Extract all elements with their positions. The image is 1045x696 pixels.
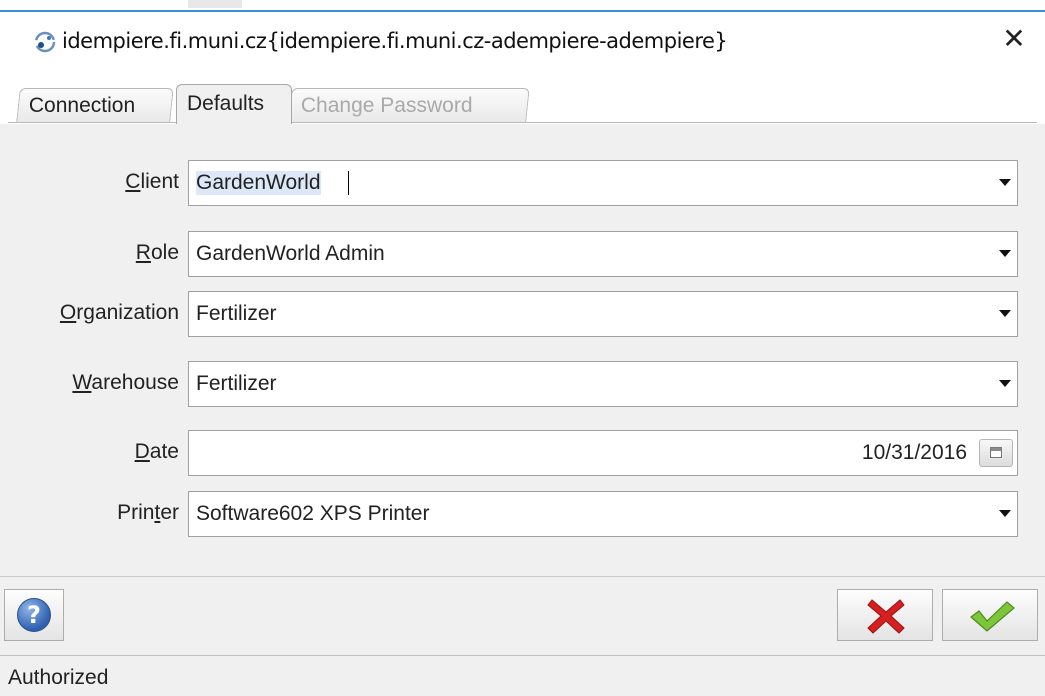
warehouse-label: Warehouse xyxy=(72,371,179,394)
role-label: Role xyxy=(135,241,179,264)
printer-select[interactable]: Software602 XPS Printer xyxy=(188,491,1018,537)
title-bar: idempiere.fi.muni.cz{idempiere.fi.muni.c… xyxy=(0,12,1045,68)
button-bar: ? xyxy=(0,577,1045,655)
help-button[interactable]: ? xyxy=(4,589,64,641)
printer-label: Printer xyxy=(117,501,179,524)
background-window-strip xyxy=(0,0,1045,12)
printer-value: Software602 XPS Printer xyxy=(196,502,430,525)
chevron-down-icon[interactable] xyxy=(991,232,1017,276)
client-row: Client GardenWorld xyxy=(0,160,1045,206)
organization-row: Organization Fertilizer xyxy=(0,291,1045,337)
ok-button[interactable] xyxy=(942,589,1038,641)
status-text: Authorized xyxy=(8,666,109,689)
login-dialog: idempiere.fi.muni.cz{idempiere.fi.muni.c… xyxy=(0,0,1045,696)
tab-change-password: Change Password xyxy=(288,88,530,122)
client-label: Client xyxy=(125,170,179,193)
tab-divider xyxy=(8,122,1037,123)
client-value: GardenWorld xyxy=(196,171,321,195)
defaults-form: Client GardenWorld Role GardenWorld Admi… xyxy=(0,124,1045,576)
date-label: Date xyxy=(134,440,179,463)
tab-connection[interactable]: Connection xyxy=(16,88,174,122)
checkmark-icon xyxy=(970,601,1015,632)
date-row: Date 10/31/2016 xyxy=(0,430,1045,476)
cancel-x-icon xyxy=(867,599,905,634)
organization-value: Fertilizer xyxy=(196,302,277,325)
cancel-button[interactable] xyxy=(837,589,933,641)
background-window-hint xyxy=(188,0,242,8)
organization-label: Organization xyxy=(59,301,179,324)
calendar-button[interactable] xyxy=(979,439,1013,467)
window-title: idempiere.fi.muni.cz{idempiere.fi.muni.c… xyxy=(62,29,728,53)
text-caret xyxy=(348,171,349,195)
role-value: GardenWorld Admin xyxy=(196,242,385,265)
chevron-down-icon[interactable] xyxy=(991,292,1017,336)
warehouse-value: Fertilizer xyxy=(196,372,277,395)
status-bar: Authorized xyxy=(0,655,1045,696)
tab-defaults-label: Defaults xyxy=(187,92,265,115)
warehouse-row: Warehouse Fertilizer xyxy=(0,361,1045,407)
tab-change-password-label: Change Password xyxy=(300,94,473,117)
organization-select[interactable]: Fertilizer xyxy=(188,291,1018,337)
tab-connection-label: Connection xyxy=(28,94,136,117)
role-select[interactable]: GardenWorld Admin xyxy=(188,231,1018,277)
idempiere-logo-icon xyxy=(34,31,56,53)
tab-defaults[interactable]: Defaults xyxy=(176,84,292,124)
tab-bar: Connection Change Password Defaults xyxy=(0,68,1045,124)
close-icon[interactable]: ✕ xyxy=(997,22,1031,56)
help-icon: ? xyxy=(17,598,51,632)
warehouse-select[interactable]: Fertilizer xyxy=(188,361,1018,407)
chevron-down-icon[interactable] xyxy=(991,161,1017,205)
printer-row: Printer Software602 XPS Printer xyxy=(0,491,1045,537)
date-field[interactable]: 10/31/2016 xyxy=(188,430,1018,476)
calendar-icon xyxy=(990,447,1002,458)
role-row: Role GardenWorld Admin xyxy=(0,231,1045,277)
chevron-down-icon[interactable] xyxy=(991,492,1017,536)
client-select[interactable]: GardenWorld xyxy=(188,160,1018,206)
date-value: 10/31/2016 xyxy=(861,441,967,464)
chevron-down-icon[interactable] xyxy=(991,362,1017,406)
